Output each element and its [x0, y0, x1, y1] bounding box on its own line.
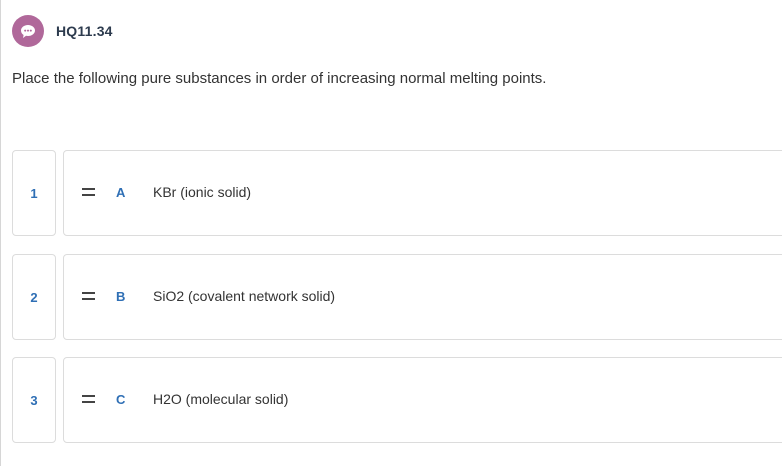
- item-letter: A: [116, 185, 126, 200]
- item-label: KBr (ionic solid): [153, 184, 252, 200]
- item-letter: B: [116, 289, 126, 304]
- position-number: 2: [12, 254, 56, 340]
- draggable-item-c[interactable]: C H2O (molecular solid): [63, 357, 782, 443]
- draggable-item-a[interactable]: A KBr (ionic solid): [63, 150, 782, 236]
- item-label: SiO2 (covalent network solid): [153, 288, 336, 304]
- drag-handle-icon[interactable]: [82, 188, 95, 198]
- chat-bubble-icon: [12, 15, 44, 47]
- question-header: HQ11.34: [12, 15, 113, 47]
- question-prompt: Place the following pure substances in o…: [12, 70, 547, 87]
- drag-handle-icon[interactable]: [82, 395, 95, 405]
- question-panel: HQ11.34 Place the following pure substan…: [0, 0, 782, 466]
- ordering-row-3: 3 C H2O (molecular solid): [12, 357, 782, 443]
- item-letter: C: [116, 392, 126, 407]
- ordering-row-1: 1 A KBr (ionic solid): [12, 150, 782, 236]
- draggable-item-b[interactable]: B SiO2 (covalent network solid): [63, 254, 782, 340]
- position-number: 1: [12, 150, 56, 236]
- drag-handle-icon[interactable]: [82, 292, 95, 302]
- position-number: 3: [12, 357, 56, 443]
- item-label: H2O (molecular solid): [153, 391, 289, 407]
- question-id: HQ11.34: [56, 23, 113, 39]
- ordering-row-2: 2 B SiO2 (covalent network solid): [12, 254, 782, 340]
